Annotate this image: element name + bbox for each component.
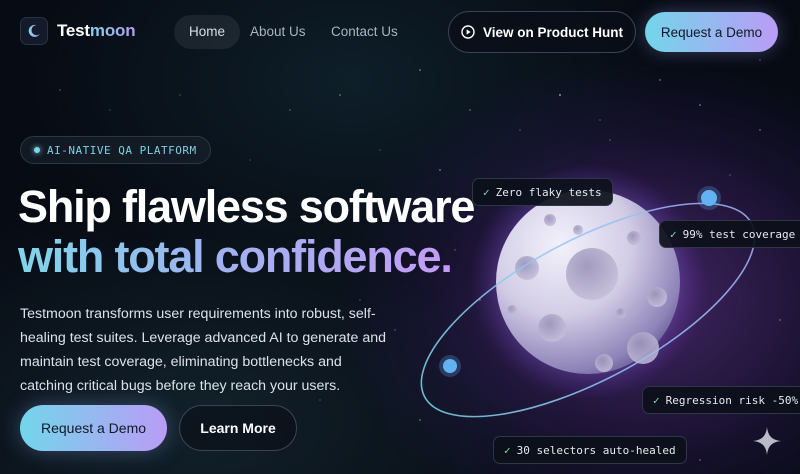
check-icon: ✓ bbox=[653, 393, 660, 407]
product-hunt-label: View on Product Hunt bbox=[482, 24, 623, 40]
badge-label: AI-NATIVE QA PLATFORM bbox=[47, 143, 197, 157]
orbit-tag-selectors: ✓ 30 selectors auto-healed bbox=[493, 436, 687, 464]
status-dot-icon bbox=[34, 147, 40, 153]
hero-title-line2: with total confidence. bbox=[18, 231, 453, 282]
crescent-moon-icon bbox=[20, 17, 48, 45]
request-demo-button-nav[interactable]: Request a Demo bbox=[645, 12, 778, 52]
top-navigation: Testmoon Home About Us Contact Us View o… bbox=[0, 0, 800, 64]
moon-sphere bbox=[496, 190, 680, 374]
check-icon: ✓ bbox=[483, 185, 490, 199]
play-circle-icon bbox=[461, 25, 475, 39]
check-icon: ✓ bbox=[504, 443, 511, 457]
brand-logo[interactable]: Testmoon bbox=[20, 17, 136, 45]
orbit-tag-label: Regression risk -50% bbox=[665, 393, 799, 407]
platform-badge: AI-NATIVE QA PLATFORM bbox=[20, 136, 211, 164]
orbit-tag-label: 30 selectors auto-healed bbox=[516, 443, 676, 457]
nav-link-home[interactable]: Home bbox=[174, 15, 241, 49]
orbit-tag-regression: ✓ Regression risk -50% bbox=[642, 386, 800, 414]
brand-name: Testmoon bbox=[57, 21, 136, 40]
orbit-tag-coverage: ✓ 99% test coverage bbox=[659, 220, 800, 248]
learn-more-button[interactable]: Learn More bbox=[179, 405, 297, 451]
orbit-tag-label: 99% test coverage bbox=[682, 227, 796, 241]
orbit-tag-label: Zero flaky tests bbox=[495, 185, 602, 199]
product-hunt-button[interactable]: View on Product Hunt bbox=[448, 11, 636, 53]
orbit-tag-zero-flaky: ✓ Zero flaky tests bbox=[472, 178, 613, 206]
check-icon: ✓ bbox=[670, 227, 677, 241]
hero-description: Testmoon transforms user requirements in… bbox=[20, 306, 386, 394]
hero-title-line1: Ship flawless software bbox=[18, 181, 475, 232]
nav-link-about-us[interactable]: About Us bbox=[235, 15, 321, 49]
request-demo-button[interactable]: Request a Demo bbox=[20, 405, 167, 451]
sparkle-icon bbox=[753, 427, 781, 455]
nav-link-contact-us[interactable]: Contact Us bbox=[316, 15, 413, 49]
